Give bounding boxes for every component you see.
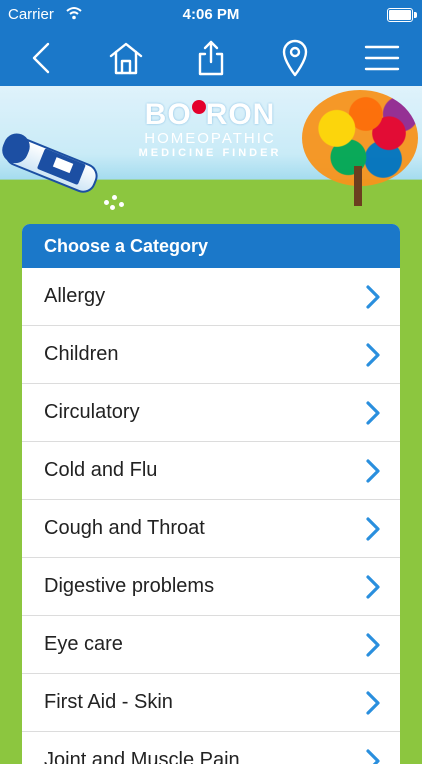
category-card: Choose a Category Allergy Children Circula… — [22, 224, 400, 764]
category-row[interactable]: First Aid - Skin — [22, 674, 400, 732]
chevron-right-icon — [362, 691, 384, 715]
nav-bar — [0, 30, 422, 86]
category-row[interactable]: Cough and Throat — [22, 500, 400, 558]
category-row[interactable]: Children — [22, 326, 400, 384]
logo-line-medicine-finder: MEDICINE FINDER — [138, 147, 282, 159]
category-label: Children — [44, 343, 119, 365]
home-button[interactable] — [104, 36, 148, 80]
category-label: Cough and Throat — [44, 517, 205, 539]
battery-icon — [387, 8, 417, 22]
menu-button[interactable] — [360, 36, 404, 80]
menu-icon — [364, 45, 400, 71]
category-label: Allergy — [44, 285, 106, 307]
share-icon — [198, 40, 224, 76]
chevron-right-icon — [362, 575, 384, 599]
category-row[interactable]: Joint and Muscle Pain — [22, 732, 400, 764]
category-label: Circulatory — [44, 401, 140, 423]
category-header: Choose a Category — [22, 224, 400, 268]
category-label: Eye care — [44, 633, 123, 655]
category-row[interactable]: Eye care — [22, 616, 400, 674]
chevron-right-icon — [362, 517, 384, 541]
chevron-right-icon — [362, 401, 384, 425]
chevron-right-icon — [362, 343, 384, 367]
category-row[interactable]: Allergy — [22, 268, 400, 326]
clock: 4:06 PM — [182, 6, 240, 23]
category-label: Joint and Muscle Pain — [44, 749, 240, 764]
back-button[interactable] — [20, 36, 64, 80]
tree-illustration — [292, 86, 422, 210]
logo-line-homeopathic: HOMEOPATHIC — [144, 130, 276, 147]
chevron-right-icon — [362, 749, 384, 764]
category-row[interactable]: Circulatory — [22, 384, 400, 442]
chevron-right-icon — [362, 633, 384, 657]
medicine-tube-image — [0, 127, 116, 202]
home-icon — [109, 42, 143, 75]
category-row[interactable]: Digestive problems — [22, 558, 400, 616]
back-icon — [32, 42, 50, 74]
location-pin-icon — [282, 39, 308, 77]
share-button[interactable] — [189, 36, 233, 80]
category-label: First Aid - Skin — [44, 691, 173, 713]
chevron-right-icon — [362, 459, 384, 483]
chevron-right-icon — [362, 285, 384, 309]
status-bar: Carrier 4:06 PM — [0, 0, 422, 30]
banner: BO RON HOMEOPATHIC MEDICINE FINDER — [0, 86, 422, 210]
category-label: Digestive problems — [44, 575, 215, 597]
category-label: Cold and Flu — [44, 459, 158, 481]
pill-dots-decoration — [104, 192, 130, 210]
boiron-logo: BO RON HOMEOPATHIC MEDICINE FINDER — [135, 98, 285, 159]
category-row[interactable]: Cold and Flu — [22, 442, 400, 500]
location-button[interactable] — [273, 36, 317, 80]
